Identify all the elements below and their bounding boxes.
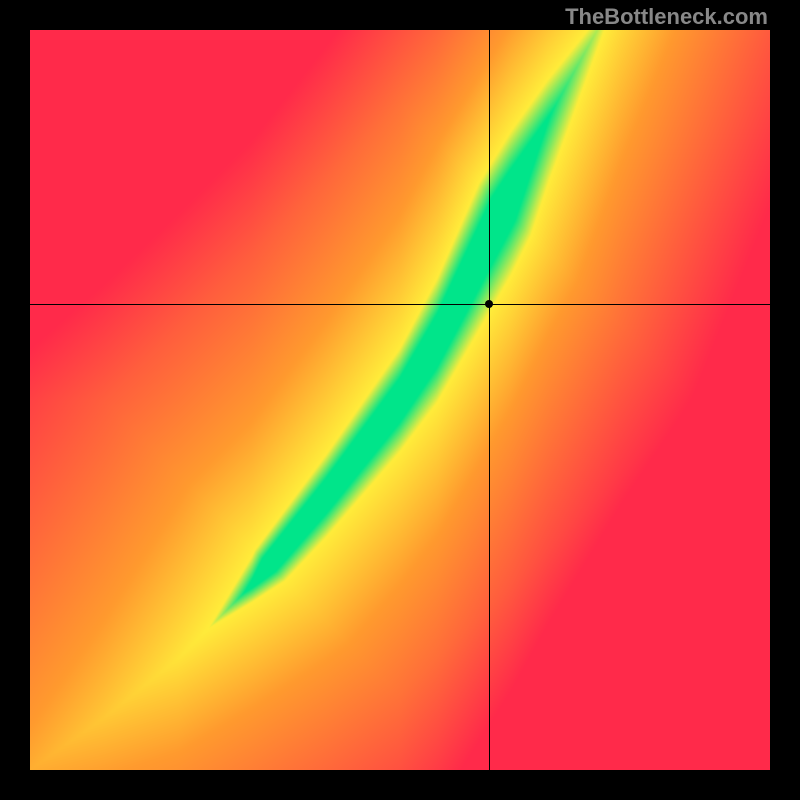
chart-container: TheBottleneck.com xyxy=(0,0,800,800)
watermark-text: TheBottleneck.com xyxy=(565,4,768,30)
crosshair-horizontal xyxy=(30,304,770,305)
heatmap-plot xyxy=(30,30,770,770)
crosshair-vertical xyxy=(489,30,490,770)
data-point-marker xyxy=(485,300,493,308)
heatmap-canvas xyxy=(30,30,770,770)
